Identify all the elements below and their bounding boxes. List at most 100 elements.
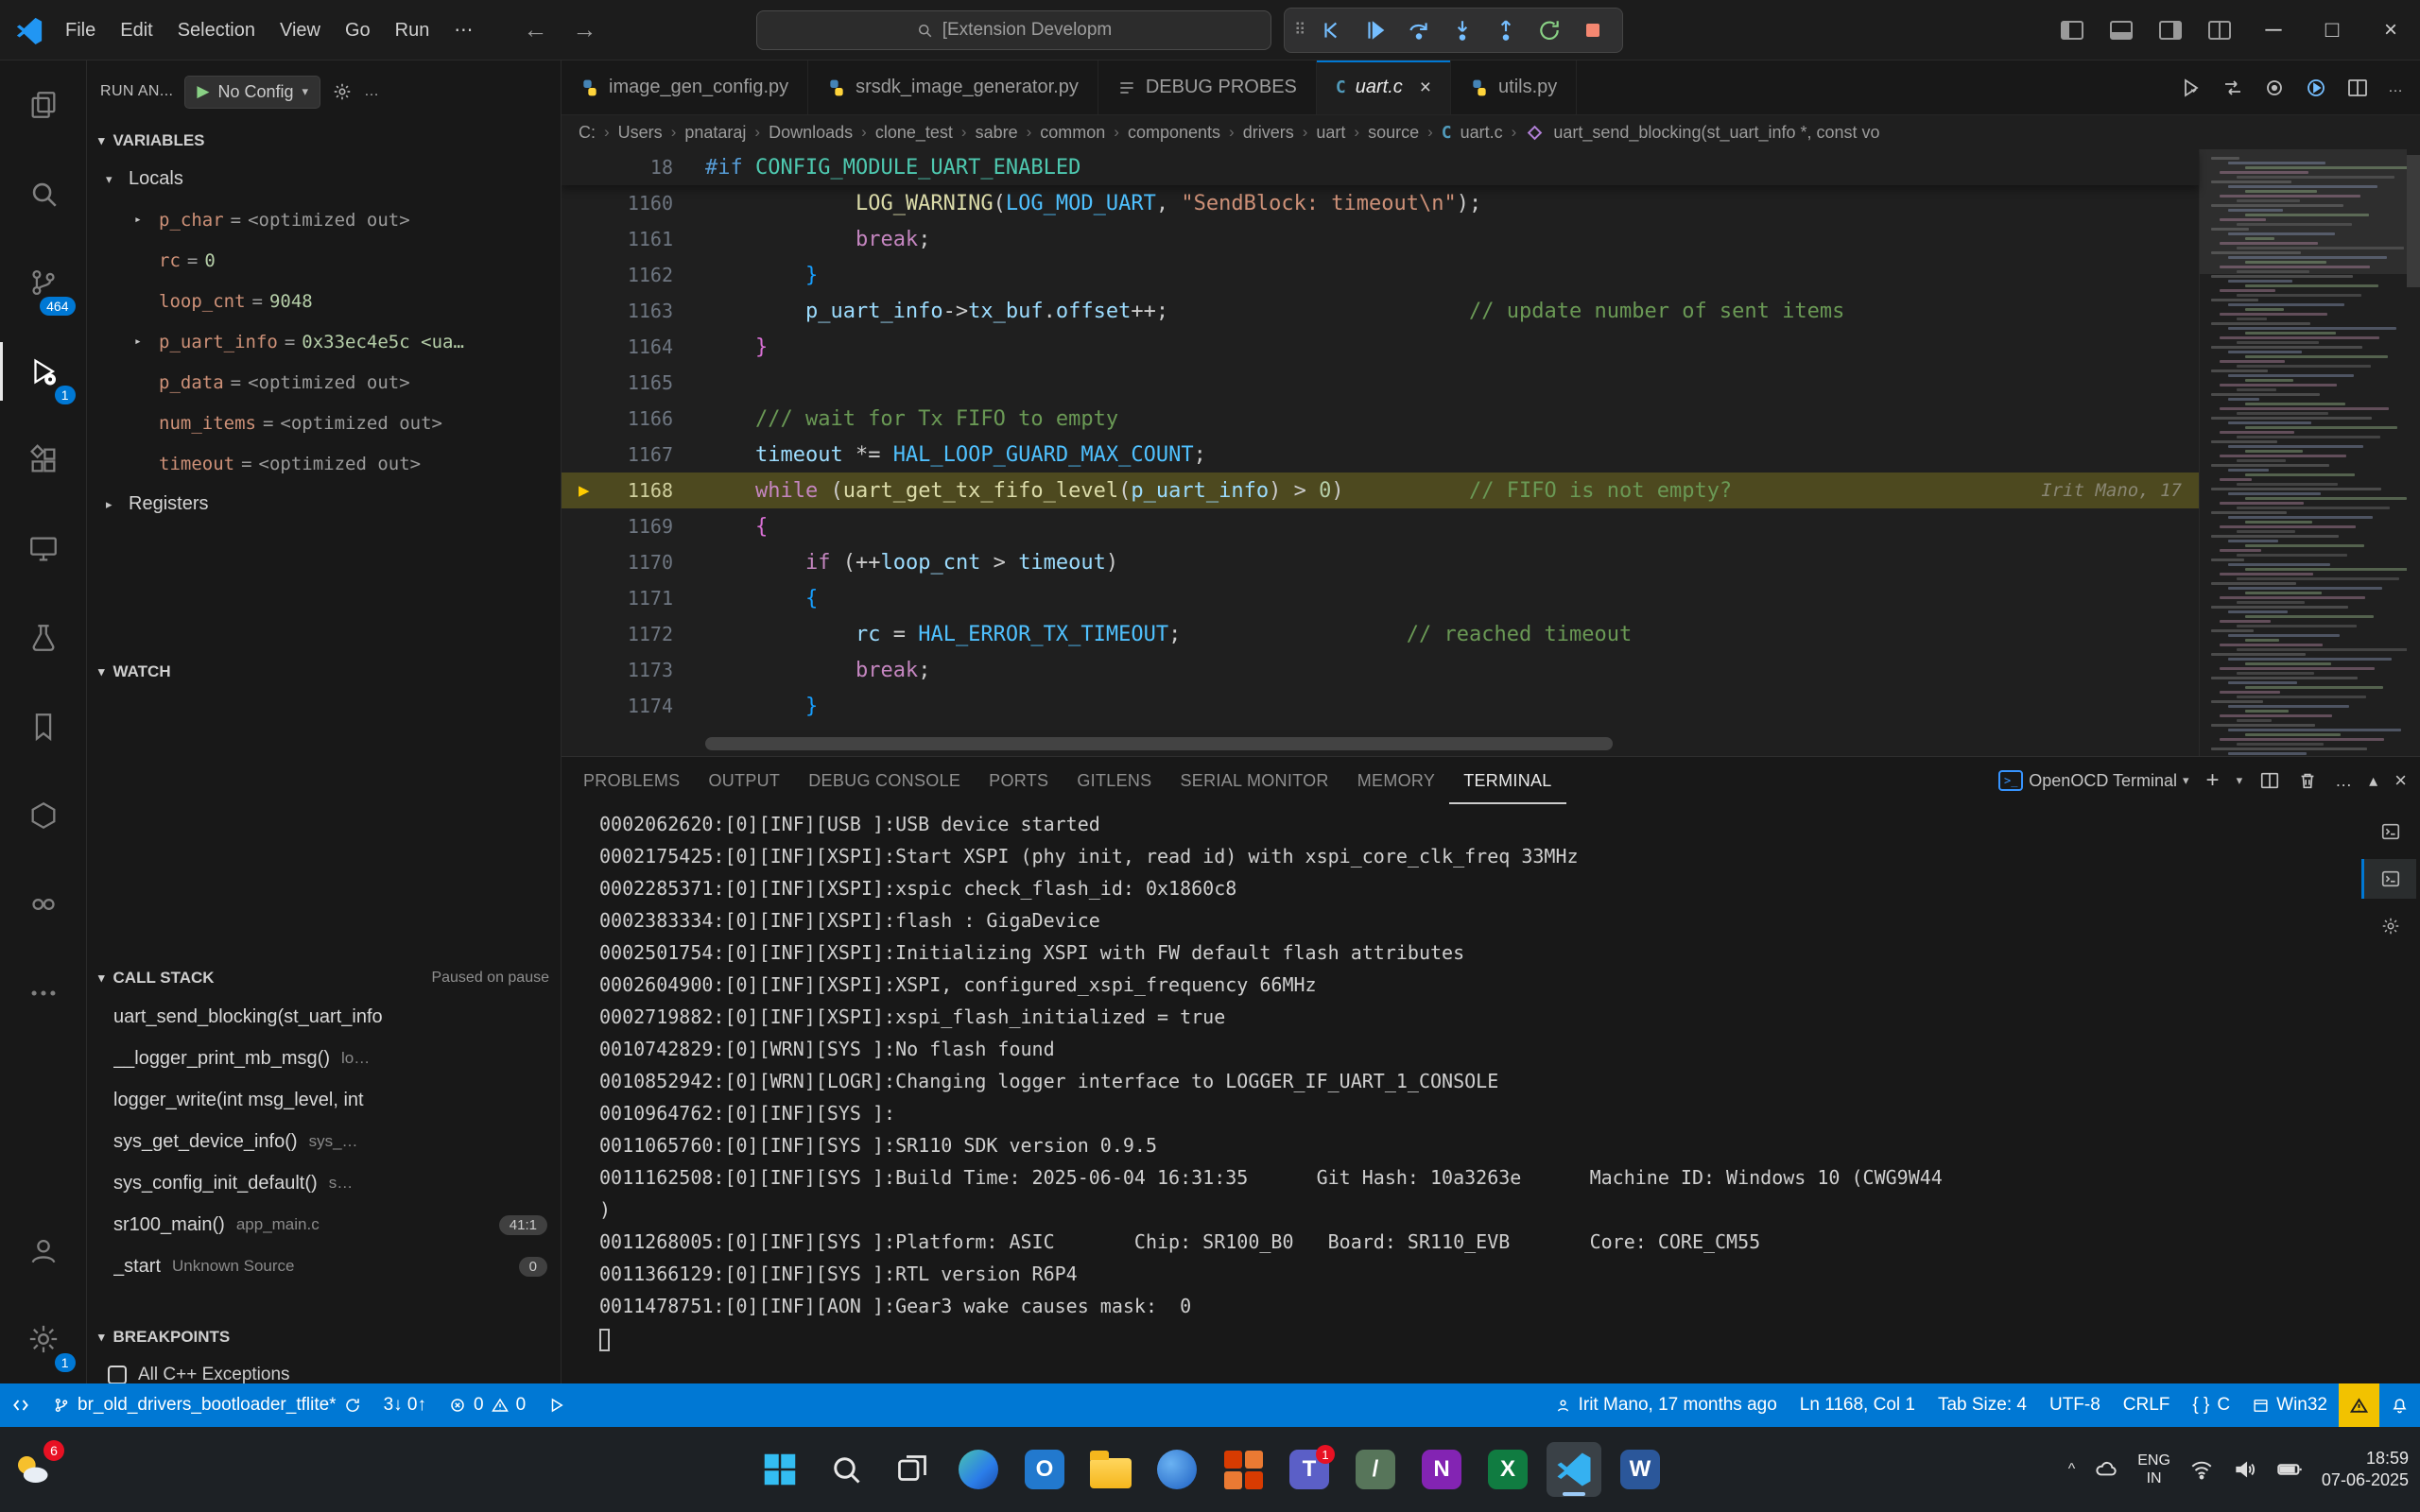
source-control-icon[interactable]: 464 [0,238,87,327]
toggle-secondary-sidebar-icon[interactable] [2208,21,2231,40]
code-line[interactable]: 1165 [562,365,2199,401]
restart-button[interactable] [1530,11,1569,49]
menu-file[interactable]: File [53,0,108,60]
breadcrumb-item[interactable]: Downloads [769,123,853,143]
variable-row[interactable]: p_data=<optimized out> [87,362,561,403]
drag-grip-icon[interactable]: ⠿ [1294,21,1303,40]
code-editor[interactable]: 18#if CONFIG_MODULE_UART_ENABLED 1160 LO… [562,149,2420,756]
horizontal-scrollbar[interactable] [705,737,2193,750]
code-line[interactable]: 1164 } [562,329,2199,365]
taskbar-app-explorer[interactable] [1083,1442,1138,1497]
code-line[interactable]: 1160 LOG_WARNING(LOG_MOD_UART, "SendBloc… [562,185,2199,221]
editor-tab-uart.c[interactable]: Cuart.c× [1317,60,1451,114]
forward-arrow-icon[interactable]: → [572,15,596,44]
target-icon[interactable] [2263,77,2286,99]
settings-gear-icon[interactable]: 1 [0,1295,87,1383]
toggle-panel-icon[interactable] [2110,21,2133,40]
minimap[interactable] [2199,149,2407,756]
line-number[interactable]: 1166 [562,407,705,430]
editor-tab-srsdk_image_generator.py[interactable]: srsdk_image_generator.py [808,60,1098,114]
menu-view[interactable]: View [268,0,333,60]
debug-status-icon[interactable] [537,1383,577,1427]
bookmarks-icon[interactable] [0,682,87,771]
terminal-settings-gear-icon[interactable] [2361,906,2416,946]
chevron-right-icon[interactable]: ▸ [134,335,142,349]
stack-frame[interactable]: logger_write(int msg_level, int [87,1079,561,1121]
line-number[interactable]: 1171 [562,587,705,610]
line-number[interactable]: 1161 [562,228,705,250]
toggle-primary-sidebar-icon[interactable] [2061,21,2083,40]
step-out-button[interactable] [1486,11,1526,49]
remote-indicator[interactable] [0,1383,42,1427]
testing-icon[interactable] [0,593,87,682]
breadcrumb-item[interactable]: C: [579,123,596,143]
code-line[interactable]: 1174 } [562,688,2199,724]
run-file-button[interactable] [2180,77,2203,99]
code-line[interactable]: 1172 rc = HAL_ERROR_TX_TIMEOUT; // reach… [562,616,2199,652]
stack-frame[interactable]: sys_config_init_default()s… [87,1162,561,1204]
chevron-down-icon[interactable]: ▾ [2237,773,2243,788]
maximize-panel-button[interactable]: ▴ [2369,771,2377,791]
panel-tab-ports[interactable]: PORTS [975,757,1063,804]
taskbar-app-outlook[interactable]: O [1017,1442,1072,1497]
taskbar-app-edge[interactable] [951,1442,1006,1497]
line-number[interactable]: 1174 [562,695,705,717]
scope-locals[interactable]: ▾Locals [87,159,561,199]
indentation[interactable]: Tab Size: 4 [1927,1383,2038,1427]
step-over-button[interactable] [1399,11,1439,49]
battery-icon[interactable] [2276,1456,2303,1483]
panel-tab-terminal[interactable]: TERMINAL [1449,757,1565,804]
code-line[interactable]: 1170 if (++loop_cnt > timeout) [562,544,2199,580]
infinity-extension-icon[interactable] [0,860,87,949]
breadcrumb-file[interactable]: uart.c [1461,123,1503,143]
close-panel-button[interactable]: × [2394,768,2407,793]
command-center[interactable]: [Extension Developm [756,10,1271,50]
panel-tab-serial-monitor[interactable]: SERIAL MONITOR [1166,757,1342,804]
debug-settings-gear-icon[interactable] [332,81,353,102]
start-debug-icon[interactable]: ▶ [197,82,209,101]
taskbar-app-start[interactable] [752,1442,807,1497]
variable-row[interactable]: num_items=<optimized out> [87,403,561,443]
stack-frame[interactable]: _startUnknown Source0 [87,1246,561,1287]
line-number[interactable]: 1172 [562,623,705,645]
stack-frame[interactable]: sr100_main()app_main.c41:1 [87,1204,561,1246]
taskbar-app-taskview[interactable] [885,1442,940,1497]
panel-tab-gitlens[interactable]: GITLENS [1063,757,1166,804]
onedrive-cloud-icon[interactable] [2094,1457,2118,1482]
git-branch-item[interactable]: br_old_drivers_bootloader_tflite* [42,1383,372,1427]
taskbar-app-onenote[interactable]: N [1414,1442,1469,1497]
breadcrumb-item[interactable]: uart [1316,123,1345,143]
breadcrumb-item[interactable]: Users [618,123,663,143]
hexagon-extension-icon[interactable] [0,771,87,860]
stack-frame[interactable]: uart_send_blocking(st_uart_info [87,996,561,1038]
wifi-icon[interactable] [2189,1457,2214,1482]
panel-tab-debug-console[interactable]: DEBUG CONSOLE [794,757,975,804]
menu-⋯[interactable]: ⋯ [441,0,485,60]
panel-more-actions-button[interactable]: … [2335,771,2352,791]
step-back-button[interactable] [1312,11,1352,49]
more-actions-button[interactable]: … [2388,79,2403,96]
scope-registers[interactable]: ▸Registers [87,484,561,524]
run-debug-button[interactable] [2305,77,2327,99]
stack-frame[interactable]: sys_get_device_info()sys_… [87,1121,561,1162]
line-number[interactable]: ▶1168 [562,479,705,502]
scrollbar-thumb[interactable] [2407,155,2420,287]
extension-warning-badge[interactable] [2339,1383,2379,1427]
search-icon[interactable] [0,149,87,238]
breadcrumb-symbol[interactable]: uart_send_blocking(st_uart_info *, const… [1553,123,1879,143]
breakpoint-item[interactable]: All C++ Exceptions [87,1355,561,1383]
taskbar-app-excel[interactable]: X [1480,1442,1535,1497]
language-mode[interactable]: { }C [2181,1383,2241,1427]
terminal-output[interactable]: 0002062620:[0][INF][USB ]:USB device sta… [599,808,2352,1376]
sticky-scroll-line[interactable]: 18#if CONFIG_MODULE_UART_ENABLED [562,149,2199,185]
cursor-position[interactable]: Ln 1168, Col 1 [1789,1383,1927,1427]
variable-row[interactable]: loop_cnt=9048 [87,281,561,321]
line-number[interactable]: 1164 [562,335,705,358]
customize-layout-icon[interactable] [2159,21,2182,40]
taskbar-app-notes[interactable]: / [1348,1442,1403,1497]
code-line[interactable]: 1167 timeout *= HAL_LOOP_GUARD_MAX_COUNT… [562,437,2199,472]
breadcrumb-item[interactable]: common [1040,123,1105,143]
volume-icon[interactable] [2233,1457,2257,1482]
menu-go[interactable]: Go [333,0,383,60]
line-number[interactable]: 1167 [562,443,705,466]
